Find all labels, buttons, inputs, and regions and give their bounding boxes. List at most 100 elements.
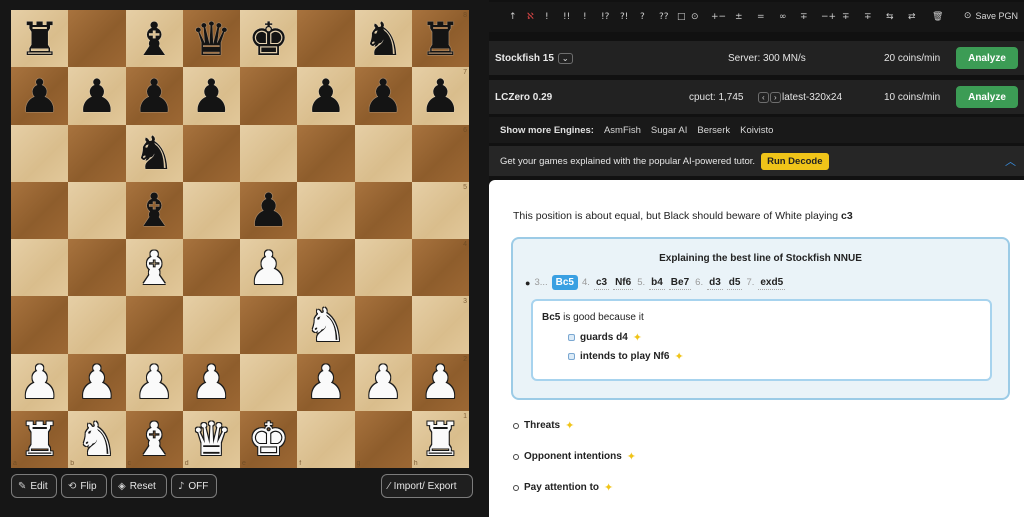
white-rook-icon[interactable]: ♜	[420, 416, 461, 462]
square-c2[interactable]: ♟	[125, 353, 183, 411]
chevron-up-icon[interactable]: ︿	[1005, 153, 1016, 169]
square-b4[interactable]	[68, 239, 126, 297]
white-pawn-icon[interactable]: ♟	[76, 359, 117, 405]
square-h4[interactable]: 4	[411, 239, 469, 297]
white-knight-icon[interactable]: ♞	[305, 302, 346, 348]
annotation-symbol[interactable]: !	[545, 12, 549, 22]
square-h5[interactable]: 5	[411, 181, 469, 239]
summary-move[interactable]: c3	[841, 210, 853, 222]
reason-item[interactable]: intends to play Nf6 ✦	[568, 350, 684, 363]
sparkle-icon[interactable]: ✦	[565, 419, 574, 432]
white-rook-icon[interactable]: ♜	[19, 416, 60, 462]
black-pawn-icon[interactable]: ♟	[248, 187, 289, 233]
move-d5[interactable]: d5	[726, 276, 743, 290]
white-bishop-icon[interactable]: ♝	[134, 416, 175, 462]
square-a8[interactable]: ♜	[11, 10, 69, 68]
square-h8[interactable]: ♜ 8	[411, 10, 469, 68]
annotation-symbol[interactable]: ⊙	[691, 12, 699, 22]
analyze-button-lczero[interactable]: Analyze	[956, 86, 1018, 108]
annotation-symbol[interactable]: !!	[563, 12, 570, 22]
square-g3[interactable]	[354, 296, 412, 354]
square-g1[interactable]: g	[354, 410, 412, 468]
square-h7[interactable]: ♟ 7	[411, 67, 469, 125]
square-h2[interactable]: ♟ 2	[411, 353, 469, 411]
sparkle-icon[interactable]: ✦	[674, 350, 683, 363]
black-pawn-icon[interactable]: ♟	[76, 73, 117, 119]
reason-item[interactable]: guards d4 ✦	[568, 331, 642, 344]
annotation-symbol[interactable]: ∓	[864, 12, 872, 22]
annotation-symbol[interactable]: ?!	[620, 12, 628, 22]
square-g7[interactable]: ♟	[354, 67, 412, 125]
white-pawn-icon[interactable]: ♟	[191, 359, 232, 405]
square-b3[interactable]	[68, 296, 126, 354]
square-h6[interactable]: 6	[411, 124, 469, 182]
annotation-symbol[interactable]: □	[677, 12, 686, 22]
square-c3[interactable]	[125, 296, 183, 354]
white-queen-icon[interactable]: ♛	[191, 416, 232, 462]
square-c8[interactable]: ♝	[125, 10, 183, 68]
black-pawn-icon[interactable]: ♟	[305, 73, 346, 119]
square-g2[interactable]: ♟	[354, 353, 412, 411]
white-pawn-icon[interactable]: ♟	[134, 359, 175, 405]
next-arrow-icon[interactable]: ›	[770, 91, 781, 103]
square-e7[interactable]	[240, 67, 298, 125]
square-g5[interactable]	[354, 181, 412, 239]
white-pawn-icon[interactable]: ♟	[305, 359, 346, 405]
move-Be7[interactable]: Be7	[668, 276, 692, 290]
square-d7[interactable]: ♟	[182, 67, 240, 125]
engine-link-sugar-ai[interactable]: Sugar AI	[651, 125, 687, 136]
square-e6[interactable]	[240, 124, 298, 182]
section-opponent-intentions[interactable]: Opponent intentions ✦	[513, 450, 636, 463]
white-pawn-icon[interactable]: ♟	[248, 245, 289, 291]
black-knight-icon[interactable]: ♞	[134, 130, 175, 176]
annotation-symbol[interactable]: ±	[735, 12, 743, 22]
square-f1[interactable]: f	[297, 410, 355, 468]
sparkle-icon[interactable]: ✦	[627, 450, 636, 463]
square-a1[interactable]: ♜ a	[11, 410, 69, 468]
square-f5[interactable]	[297, 181, 355, 239]
square-b2[interactable]: ♟	[68, 353, 126, 411]
annotation-symbol[interactable]: ∓	[800, 12, 808, 22]
square-d5[interactable]	[182, 181, 240, 239]
square-c7[interactable]: ♟	[125, 67, 183, 125]
square-a4[interactable]	[11, 239, 69, 297]
square-b8[interactable]	[68, 10, 126, 68]
section-threats[interactable]: Threats ✦	[513, 419, 574, 432]
square-a5[interactable]	[11, 181, 69, 239]
analyze-button-stockfish[interactable]: Analyze	[956, 47, 1018, 69]
square-h1[interactable]: ♜ 1 h	[411, 410, 469, 468]
annotation-symbol[interactable]: !	[583, 12, 587, 22]
white-bishop-icon[interactable]: ♝	[134, 245, 175, 291]
square-e4[interactable]: ♟	[240, 239, 298, 297]
square-d2[interactable]: ♟	[182, 353, 240, 411]
square-f3[interactable]: ♞	[297, 296, 355, 354]
white-pawn-icon[interactable]: ♟	[420, 359, 461, 405]
square-b1[interactable]: ♞ b	[68, 410, 126, 468]
square-d6[interactable]	[182, 124, 240, 182]
square-e5[interactable]: ♟	[240, 181, 298, 239]
square-a3[interactable]	[11, 296, 69, 354]
move-Bc5[interactable]: Bc5	[551, 275, 578, 290]
run-decode-button[interactable]: Run Decode	[761, 152, 829, 170]
chess-board[interactable]: ♜ ♝ ♛ ♚ ♞ ♜ 8 ♟ ♟ ♟ ♟ ♟ ♟ ♟ 7 ♞ 6 ♝ ♟ 5 ♝ ♟ 4 ♞ 3 ♟ ♟ ♟ ♟ ♟ ♟ ♟ 2 ♜ a ♞ b ♝ c ♛…	[11, 10, 469, 468]
square-d4[interactable]	[182, 239, 240, 297]
black-bishop-icon[interactable]: ♝	[134, 16, 175, 62]
square-f7[interactable]: ♟	[297, 67, 355, 125]
square-e8[interactable]: ♚	[240, 10, 298, 68]
engine-link-koivisto[interactable]: Koivisto	[740, 125, 773, 136]
white-pawn-icon[interactable]: ♟	[19, 359, 60, 405]
sparkle-icon[interactable]: ✦	[604, 481, 613, 494]
white-knight-icon[interactable]: ♞	[76, 416, 117, 462]
annotation-symbol[interactable]: ℵ	[527, 12, 534, 22]
square-c1[interactable]: ♝ c	[125, 410, 183, 468]
square-d8[interactable]: ♛	[182, 10, 240, 68]
annotation-symbol[interactable]: ⇆	[886, 12, 894, 22]
section-pay-attention[interactable]: Pay attention to ✦	[513, 481, 613, 494]
save-pgn-button[interactable]: ⊙ Save PGN	[964, 10, 1018, 21]
annotation-symbol[interactable]: ∞	[779, 12, 787, 22]
square-a2[interactable]: ♟	[11, 353, 69, 411]
square-d3[interactable]	[182, 296, 240, 354]
square-b6[interactable]	[68, 124, 126, 182]
edit-button[interactable]: ✎ Edit	[11, 474, 57, 498]
import-export-button[interactable]: ⁄ Import/ Export	[381, 474, 473, 498]
